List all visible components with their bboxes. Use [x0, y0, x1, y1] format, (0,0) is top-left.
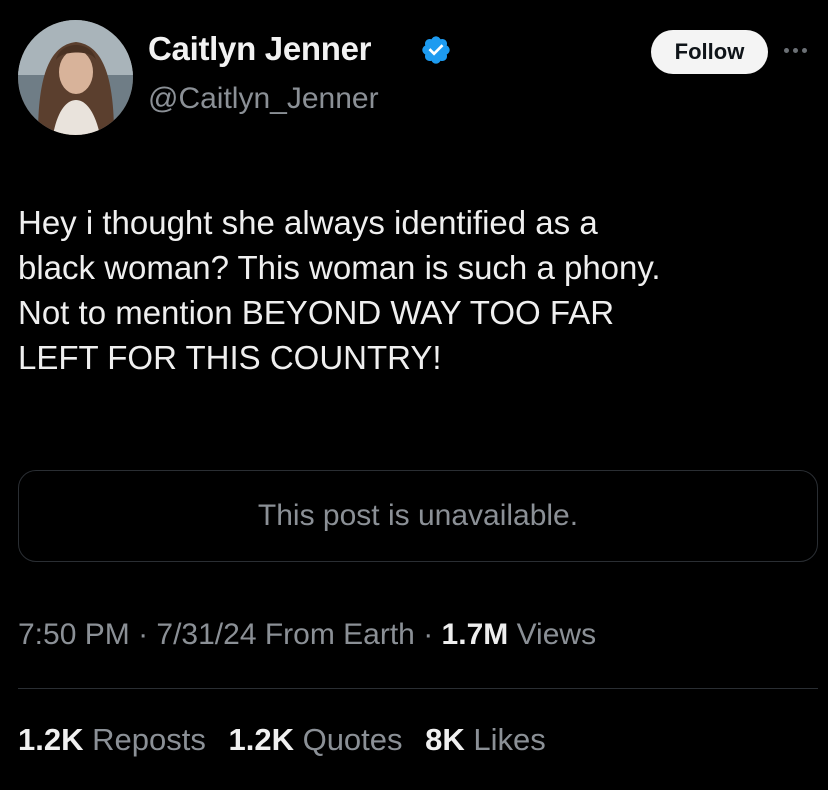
post-source: From Earth [256, 618, 415, 651]
likes-stat[interactable]: 8K Likes [425, 722, 546, 757]
verified-badge-icon [422, 36, 450, 64]
likes-count: 8K [425, 722, 465, 757]
post-date[interactable]: 7/31/24 [156, 618, 256, 651]
engagement-stats: 1.2K Reposts 1.2K Quotes 8K Likes [18, 722, 560, 758]
views-label: Views [508, 618, 597, 651]
quotes-label: Quotes [302, 722, 403, 757]
tweet-line: LEFT FOR THIS COUNTRY! [18, 339, 442, 376]
avatar-image [18, 20, 133, 135]
tweet-page: Caitlyn Jenner @Caitlyn_Jenner Follow He… [0, 0, 828, 790]
quotes-count: 1.2K [228, 722, 294, 757]
reposts-count: 1.2K [18, 722, 84, 757]
follow-button[interactable]: Follow [651, 30, 768, 74]
tweet-line: Not to mention BEYOND WAY TOO FAR [18, 294, 615, 331]
quoted-post-card[interactable]: This post is unavailable. [18, 470, 818, 562]
divider [18, 688, 818, 689]
meta-separator: · [129, 618, 157, 651]
tweet-line: Hey i thought she always identified as a [18, 204, 598, 241]
more-horizontal-icon[interactable] [784, 44, 818, 56]
meta-separator: · [414, 618, 442, 651]
tweet-line: black woman? This woman is such a phony. [18, 249, 661, 286]
quotes-stat[interactable]: 1.2K Quotes [228, 722, 402, 757]
tweet-text: Hey i thought she always identified as a… [18, 200, 818, 380]
quoted-post-unavailable-text: This post is unavailable. [257, 499, 579, 532]
tweet-meta: 7:50 PM · 7/31/24 From Earth · 1.7M View… [18, 618, 596, 652]
likes-label: Likes [473, 722, 546, 757]
post-time[interactable]: 7:50 PM [18, 618, 130, 651]
reposts-stat[interactable]: 1.2K Reposts [18, 722, 206, 757]
handle[interactable]: @Caitlyn_Jenner [148, 82, 379, 116]
reposts-label: Reposts [92, 722, 206, 757]
avatar[interactable] [18, 20, 133, 135]
views-count: 1.7M [441, 618, 509, 651]
display-name[interactable]: Caitlyn Jenner [148, 30, 372, 68]
